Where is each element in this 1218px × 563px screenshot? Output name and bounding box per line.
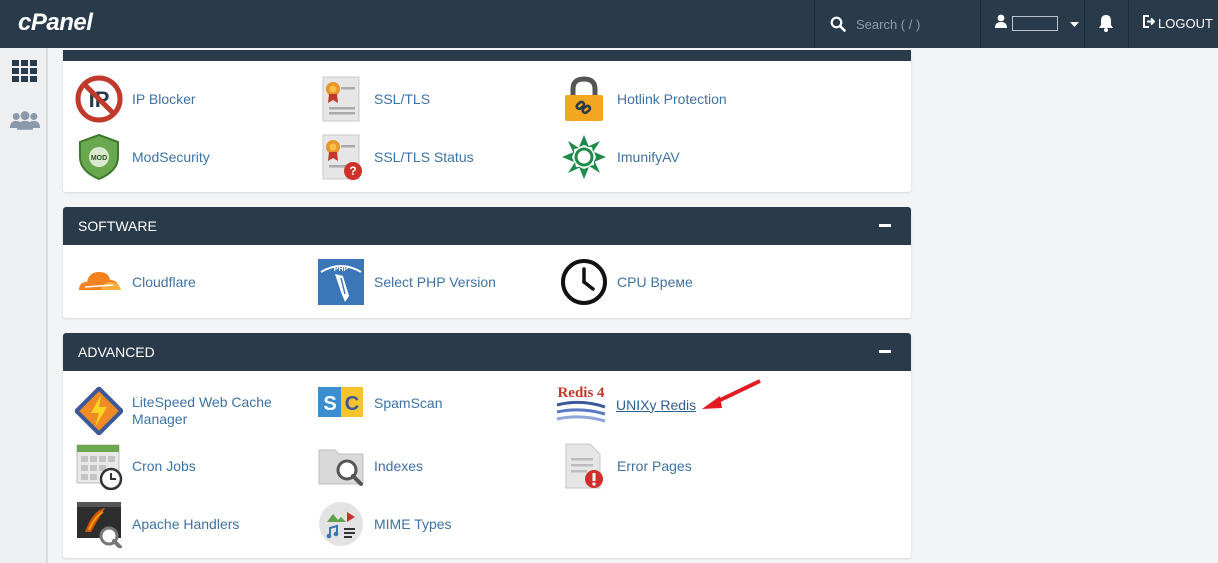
item-label: Cron Jobs bbox=[132, 457, 196, 474]
software-panel-header[interactable]: SOFTWARE bbox=[63, 207, 911, 245]
apps-grid-icon[interactable] bbox=[10, 58, 40, 86]
litespeed-cache-link[interactable]: LiteSpeed Web Cache Manager bbox=[75, 387, 282, 435]
username-field bbox=[1012, 16, 1058, 31]
cloudflare-link[interactable]: Cloudflare bbox=[75, 258, 196, 306]
svg-text:PHP: PHP bbox=[334, 266, 349, 273]
divider bbox=[1084, 0, 1085, 48]
litespeed-icon bbox=[75, 387, 123, 435]
top-bar: cPanel LOGOUT bbox=[0, 0, 1218, 48]
item-label: SSL/TLS Status bbox=[374, 148, 474, 165]
apache-handlers-link[interactable]: Apache Handlers bbox=[75, 500, 239, 548]
certificate-status-icon: ? bbox=[317, 133, 365, 181]
cpanel-logo[interactable]: cPanel bbox=[18, 9, 93, 37]
item-label: Cloudflare bbox=[132, 273, 196, 290]
select-php-version-link[interactable]: PHP Select PHP Version bbox=[317, 258, 496, 306]
panel-title: SOFTWARE bbox=[78, 218, 157, 234]
mime-types-icon bbox=[317, 500, 365, 548]
user-menu[interactable] bbox=[994, 14, 1079, 33]
cron-jobs-link[interactable]: Cron Jobs bbox=[75, 442, 196, 490]
left-rail bbox=[0, 48, 48, 563]
ip-blocker-link[interactable]: IP IP Blocker bbox=[75, 75, 196, 123]
ssl-tls-link[interactable]: SSL/TLS bbox=[317, 75, 430, 123]
logout-label: LOGOUT bbox=[1158, 15, 1213, 31]
imunify-icon bbox=[560, 133, 608, 181]
calendar-clock-icon bbox=[75, 442, 123, 490]
apache-handlers-icon bbox=[75, 500, 123, 548]
hotlink-protection-link[interactable]: Hotlink Protection bbox=[560, 75, 727, 123]
search-input[interactable] bbox=[856, 16, 966, 32]
folder-search-icon bbox=[317, 442, 365, 490]
cloud-icon bbox=[75, 258, 123, 306]
svg-text:?: ? bbox=[349, 164, 356, 178]
item-label: Indexes bbox=[374, 457, 424, 474]
collapse-icon[interactable] bbox=[879, 224, 891, 227]
logout-button[interactable]: LOGOUT bbox=[1142, 15, 1213, 31]
unixy-redis-link[interactable]: Redis 4 UNIXy Redis bbox=[555, 381, 696, 429]
users-group-icon[interactable] bbox=[10, 106, 40, 134]
item-label: CPU Време bbox=[617, 273, 693, 290]
error-pages-link[interactable]: Error Pages bbox=[560, 442, 692, 490]
item-label: LiteSpeed Web Cache Manager bbox=[132, 394, 272, 427]
advanced-panel: ADVANCED LiteSpeed Web Cache Manager SC … bbox=[63, 333, 911, 558]
chevron-down-icon bbox=[1070, 15, 1079, 33]
panel-title: ADVANCED bbox=[78, 344, 155, 360]
ip-blocker-icon: IP bbox=[75, 75, 123, 123]
item-label: ModSecurity bbox=[132, 148, 210, 165]
divider bbox=[814, 0, 815, 48]
search-box[interactable] bbox=[830, 0, 980, 48]
ssl-tls-status-link[interactable]: ? SSL/TLS Status bbox=[317, 133, 474, 181]
item-label: IP Blocker bbox=[132, 90, 196, 107]
item-label: Hotlink Protection bbox=[617, 90, 727, 107]
search-icon bbox=[830, 16, 846, 32]
item-label: MIME Types bbox=[374, 515, 452, 532]
advanced-panel-header[interactable]: ADVANCED bbox=[63, 333, 911, 371]
item-label: UNIXy Redis bbox=[616, 396, 697, 413]
item-label: Error Pages bbox=[617, 457, 692, 474]
security-panel: IP IP Blocker SSL/TLS Hotlink Protection… bbox=[63, 50, 911, 192]
spamscan-icon: SC bbox=[317, 379, 365, 427]
padlock-icon bbox=[560, 75, 608, 123]
svg-text:MOD: MOD bbox=[91, 155, 107, 162]
indexes-link[interactable]: Indexes bbox=[317, 442, 423, 490]
imunifyav-link[interactable]: ImunifyAV bbox=[560, 133, 680, 181]
spamscan-link[interactable]: SC SpamScan bbox=[317, 379, 442, 427]
item-label: ImunifyAV bbox=[617, 148, 680, 165]
error-document-icon bbox=[560, 442, 608, 490]
svg-text:S: S bbox=[323, 393, 336, 415]
svg-text:Redis 4: Redis 4 bbox=[557, 385, 605, 401]
divider bbox=[980, 0, 981, 48]
annotation-arrow-icon bbox=[702, 379, 761, 409]
shield-icon: MOD bbox=[75, 133, 123, 181]
php-icon: PHP bbox=[317, 258, 365, 306]
software-panel: SOFTWARE Cloudflare PHP Select PHP Versi… bbox=[63, 207, 911, 318]
item-label: Apache Handlers bbox=[132, 515, 240, 532]
divider bbox=[1128, 0, 1129, 48]
svg-text:C: C bbox=[345, 393, 359, 415]
clock-icon bbox=[560, 258, 608, 306]
item-label: SpamScan bbox=[374, 394, 443, 411]
item-label: SSL/TLS bbox=[374, 90, 431, 107]
logout-icon bbox=[1142, 15, 1156, 31]
certificate-icon bbox=[317, 75, 365, 123]
mime-types-link[interactable]: MIME Types bbox=[317, 500, 452, 548]
item-label: Select PHP Version bbox=[374, 273, 496, 290]
panel-header-edge bbox=[63, 50, 911, 61]
notifications-bell-icon[interactable] bbox=[1098, 14, 1114, 37]
redis-icon: Redis 4 bbox=[555, 381, 607, 429]
collapse-icon[interactable] bbox=[879, 350, 891, 353]
user-icon bbox=[994, 14, 1008, 33]
cpu-time-link[interactable]: CPU Време bbox=[560, 258, 693, 306]
modsecurity-link[interactable]: MOD ModSecurity bbox=[75, 133, 210, 181]
